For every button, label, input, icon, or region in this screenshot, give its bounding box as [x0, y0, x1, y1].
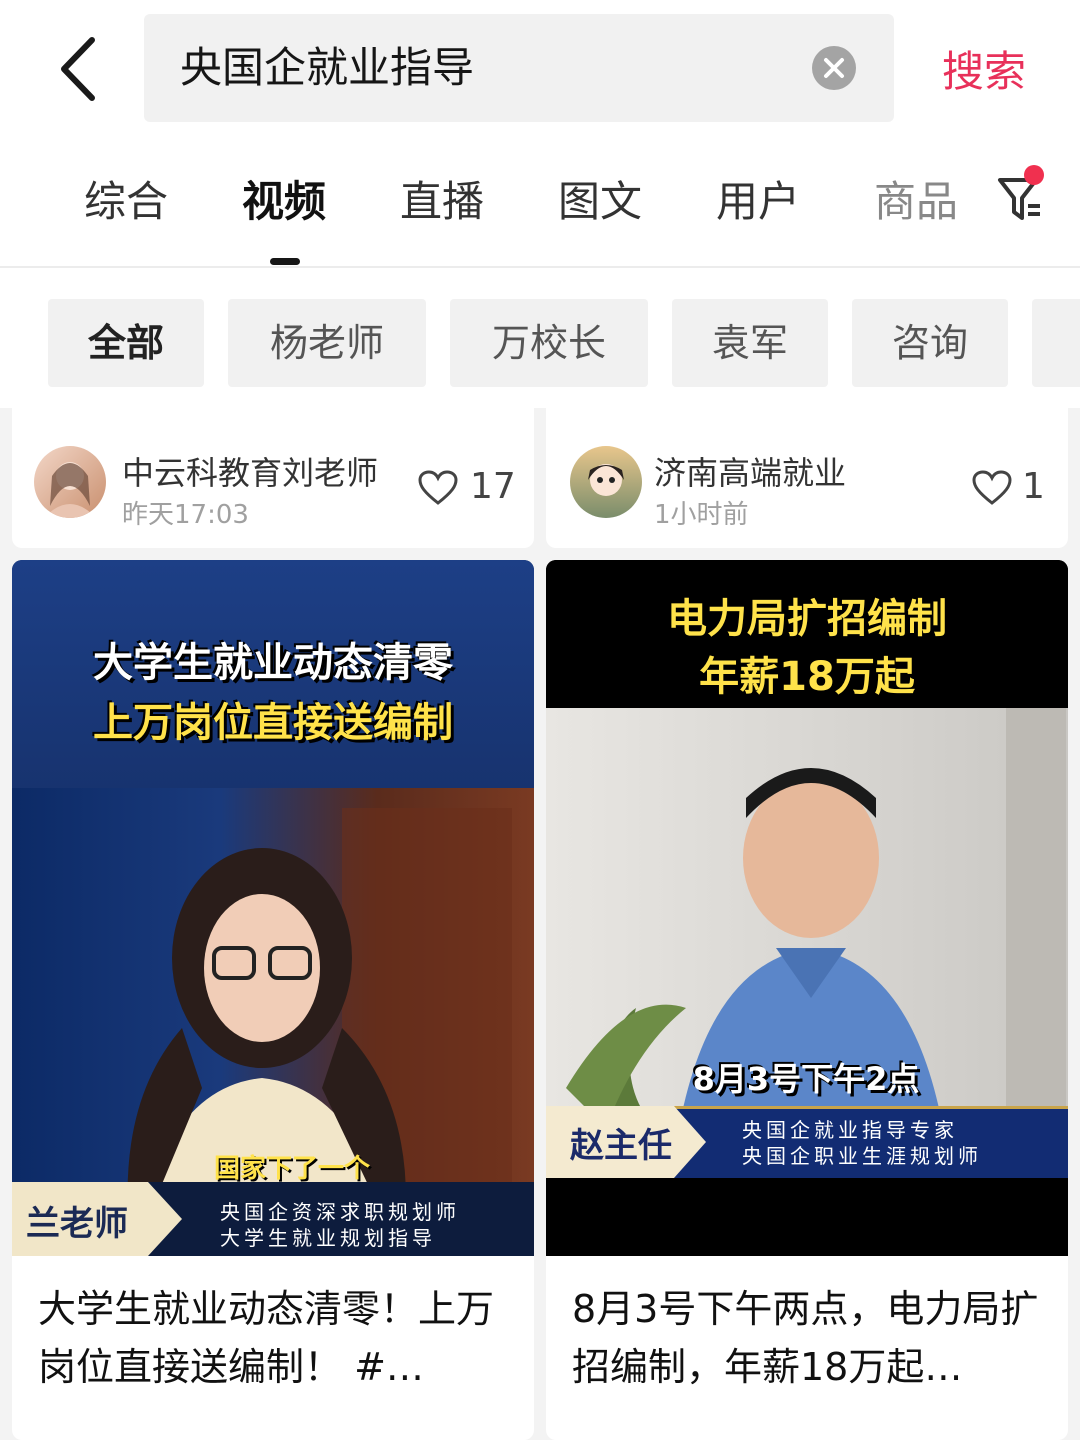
filter-chips: 全部 杨老师 万校长 袁军 咨询 [0, 268, 1080, 408]
presenter-title-1: 央国企资深求职规划师 [220, 1200, 460, 1224]
video-card-top-left[interactable]: 中云科教育刘老师 昨天17:03 17 [12, 408, 534, 548]
active-tab-indicator [270, 258, 300, 265]
avatar[interactable] [34, 446, 106, 518]
video-title[interactable]: 大学生就业动态清零！上万岗位直接送编制！ #… [38, 1280, 514, 1400]
tab-image-text[interactable]: 图文 [558, 168, 642, 229]
result-tabs: 综合 视频 直播 图文 用户 商品 [0, 168, 1080, 238]
author-name[interactable]: 中云科教育刘老师 [122, 448, 378, 494]
video-thumbnail[interactable]: 电力局扩招编制 年薪18万起 8月3号下午2点 赵主任 央国企就业指导专家 央国… [546, 560, 1068, 1256]
video-card-left[interactable]: 大学生就业动态清零 上万岗位直接送编制 国家下了一个 兰老师 央国企资深求职规划… [12, 560, 534, 1440]
top-bar: 央国企就业指导 搜索 综合 视频 直播 图文 用户 商品 [0, 0, 1080, 268]
chip-yuan-jun[interactable]: 袁军 [672, 299, 828, 387]
tab-user[interactable]: 用户 [716, 168, 800, 229]
chip-consult[interactable]: 咨询 [852, 299, 1008, 387]
thumbnail-bottom-bar [546, 1178, 1068, 1256]
search-button[interactable]: 搜索 [942, 38, 1026, 99]
tab-video[interactable]: 视频 [242, 168, 326, 229]
author-name[interactable]: 济南高端就业 [654, 448, 846, 494]
subtitle-caption: 国家下了一个 [213, 1154, 370, 1184]
search-query[interactable]: 央国企就业指导 [180, 14, 474, 122]
overlay-headline-2: 上万岗位直接送编制 [93, 700, 453, 746]
tab-comprehensive[interactable]: 综合 [84, 168, 168, 229]
chip-more[interactable] [1032, 299, 1080, 387]
like-count: 1 [1022, 466, 1045, 507]
notification-dot [1024, 165, 1044, 185]
overlay-headline-2: 年薪18万起 [699, 654, 915, 700]
overlay-headline-1: 电力局扩招编制 [667, 596, 947, 642]
video-card-top-right[interactable]: 济南高端就业 1小时前 1 [546, 408, 1068, 548]
clear-icon[interactable] [812, 46, 856, 90]
presenter-title-2: 央国企职业生涯规划师 [742, 1144, 982, 1168]
like-icon[interactable] [972, 470, 1012, 506]
chip-teacher-yang[interactable]: 杨老师 [228, 299, 426, 387]
video-thumbnail[interactable]: 大学生就业动态清零 上万岗位直接送编制 国家下了一个 兰老师 央国企资深求职规划… [12, 560, 534, 1256]
post-time: 昨天17:03 [122, 500, 249, 530]
subtitle-caption: 8月3号下午2点 [692, 1060, 920, 1098]
avatar[interactable] [570, 446, 642, 518]
tab-live[interactable]: 直播 [400, 168, 484, 229]
chip-all[interactable]: 全部 [48, 299, 204, 387]
overlay-headline-1: 大学生就业动态清零 [93, 640, 453, 686]
back-arrow-icon[interactable] [56, 34, 116, 104]
chip-principal-wan[interactable]: 万校长 [450, 299, 648, 387]
search-input[interactable]: 央国企就业指导 [144, 14, 894, 122]
presenter-name: 兰老师 [26, 1204, 128, 1244]
presenter-title-1: 央国企就业指导专家 [742, 1118, 958, 1142]
video-card-right[interactable]: 电力局扩招编制 年薪18万起 8月3号下午2点 赵主任 央国企就业指导专家 央国… [546, 560, 1068, 1440]
video-title[interactable]: 8月3号下午两点，电力局扩招编制，年薪18万起… [572, 1280, 1048, 1400]
presenter-title-2: 大学生就业规划指导 [220, 1226, 436, 1250]
post-time: 1小时前 [654, 500, 749, 530]
tab-products[interactable]: 商品 [874, 168, 958, 229]
presenter-name: 赵主任 [570, 1126, 672, 1166]
like-icon[interactable] [418, 470, 458, 506]
like-count: 17 [470, 466, 516, 507]
